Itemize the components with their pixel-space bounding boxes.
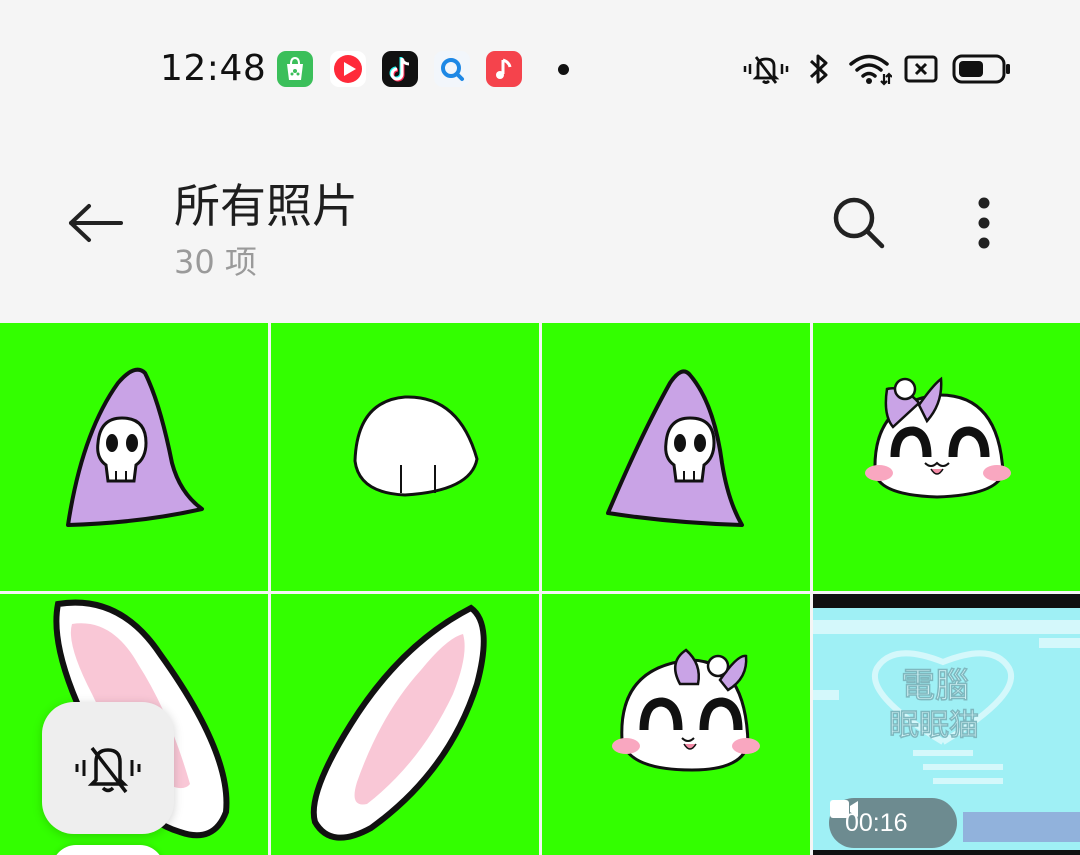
cat-face-bow-image: [865, 376, 1011, 499]
floating-secondary-button[interactable]: [52, 845, 164, 855]
notification-dot: [558, 64, 569, 75]
photo-thumbnail[interactable]: [542, 594, 810, 855]
cat-face-bow-image: [612, 648, 760, 772]
video-thumbnail[interactable]: 電腦 眠眠猫 00:16: [813, 594, 1080, 855]
shop-bag-icon: [277, 51, 313, 87]
photo-thumbnail[interactable]: [271, 323, 539, 591]
status-bar: 12:48: [0, 0, 1080, 140]
back-arrow-icon: [69, 204, 123, 242]
video-duration-badge: 00:16: [829, 798, 957, 848]
photo-thumbnail[interactable]: [0, 323, 268, 591]
photo-thumbnail[interactable]: [542, 323, 810, 591]
bluetooth-icon: [806, 50, 832, 88]
battery-icon: [952, 50, 1012, 88]
video-camera-icon: [830, 800, 858, 818]
video-logo-text: 電腦: [900, 665, 970, 707]
purple-hood-skull-image: [66, 367, 204, 527]
wifi-icon: [848, 50, 892, 88]
purple-hood-skull-image: [606, 369, 744, 527]
more-options-button[interactable]: [962, 190, 1006, 256]
bunny-ear-right-image: [310, 604, 487, 841]
photo-thumbnail[interactable]: [271, 594, 539, 855]
video-logo-line1: 電腦: [900, 665, 970, 707]
search-button[interactable]: [826, 190, 892, 256]
more-vert-icon: [978, 197, 990, 249]
search-app-icon: [434, 51, 470, 87]
item-count: 30 项: [174, 243, 257, 281]
white-tail-image: [353, 395, 479, 497]
video-logo-line2: 眠眠猫: [888, 707, 980, 744]
tiktok-icon: [382, 51, 418, 87]
back-button[interactable]: [62, 195, 130, 251]
video-play-icon: [330, 51, 366, 87]
vibrate-mute-icon: [742, 50, 790, 88]
photo-thumbnail[interactable]: [813, 323, 1080, 591]
music-app-icon: [486, 51, 522, 87]
floating-mute-button[interactable]: [42, 702, 174, 834]
app-header: 所有照片 30 项: [0, 140, 1080, 320]
vibrate-mute-icon: [75, 746, 141, 794]
search-icon: [833, 197, 885, 249]
status-time: 12:48: [160, 48, 267, 89]
page-title: 所有照片: [174, 179, 358, 233]
no-sim-icon: [904, 50, 938, 88]
